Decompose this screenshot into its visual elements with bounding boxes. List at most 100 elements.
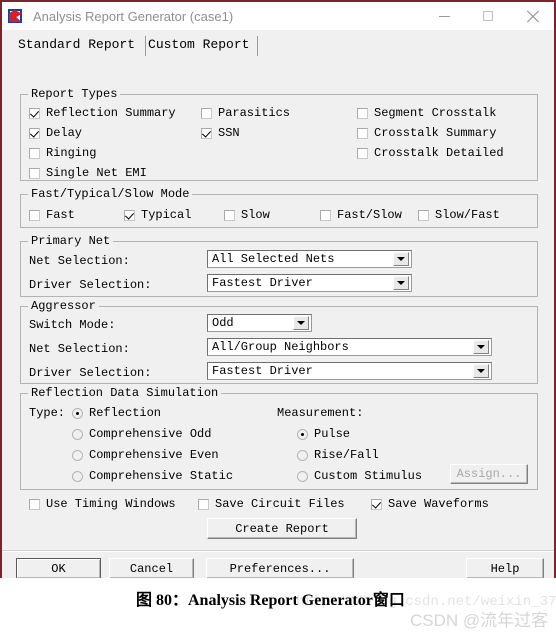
- aggressor-net-selection-combo[interactable]: All/Group Neighbors: [207, 338, 492, 356]
- checkbox-use-timing-windows[interactable]: Use Timing Windows: [29, 497, 176, 511]
- chevron-down-icon[interactable]: [393, 276, 409, 290]
- checkbox-box-icon: [29, 209, 40, 221]
- tab-strip: Standard Report Custom Report: [2, 30, 554, 56]
- checkbox-save-waveforms[interactable]: Save Waveforms: [371, 497, 489, 511]
- checkbox-box-icon: [371, 498, 382, 510]
- checkbox-box-icon: [201, 107, 212, 119]
- checkbox-single-net-emi[interactable]: Single Net EMI: [29, 166, 147, 180]
- close-button[interactable]: [510, 2, 554, 30]
- checkbox-save-circuit-files[interactable]: Save Circuit Files: [198, 497, 345, 511]
- checkbox-reflection-summary[interactable]: Reflection Summary: [29, 106, 176, 120]
- title-bar: Analysis Report Generator (case1): [2, 2, 554, 30]
- tab-standard-report[interactable]: Standard Report: [16, 36, 147, 56]
- checkbox-box-icon: [357, 107, 368, 119]
- measurement-label: Measurement:: [277, 406, 364, 420]
- checkbox-box-icon: [29, 147, 40, 159]
- radio-custom-stimulus[interactable]: Custom Stimulus: [297, 469, 422, 483]
- checkbox-label: Ringing: [46, 146, 97, 160]
- ok-button[interactable]: OK: [16, 558, 101, 579]
- chevron-down-icon[interactable]: [293, 316, 309, 330]
- close-icon: [526, 10, 539, 23]
- chevron-down-icon[interactable]: [473, 364, 489, 378]
- radio-pulse[interactable]: Pulse: [297, 427, 350, 441]
- checkbox-label: Slow/Fast: [435, 208, 500, 222]
- checkbox-typical[interactable]: Typical: [124, 208, 191, 222]
- aggressor-switch-mode-label: Switch Mode:: [29, 318, 116, 332]
- checkbox-box-icon: [29, 167, 40, 179]
- checkbox-fast-slow[interactable]: Fast/Slow: [320, 208, 402, 222]
- checkbox-crosstalk-summary[interactable]: Crosstalk Summary: [357, 126, 496, 140]
- group-mode-legend: Fast/Typical/Slow Mode: [28, 187, 193, 201]
- checkbox-box-icon: [224, 209, 235, 221]
- checkbox-label: SSN: [218, 126, 240, 140]
- radio-circle-icon: [297, 470, 308, 482]
- watermark-author: CSDN @流年过客: [410, 611, 549, 630]
- checkbox-box-icon: [357, 127, 368, 139]
- primary-net-selection-label: Net Selection:: [29, 254, 130, 268]
- radio-label: Custom Stimulus: [314, 469, 423, 483]
- dialog-window: Analysis Report Generator (case1) Standa…: [0, 0, 556, 579]
- checkbox-label: Crosstalk Summary: [374, 126, 497, 140]
- tab-custom-report[interactable]: Custom Report: [146, 36, 259, 56]
- radio-label: Comprehensive Odd: [89, 427, 212, 441]
- window-title: Analysis Report Generator (case1): [33, 8, 234, 24]
- checkbox-ssn[interactable]: SSN: [201, 126, 240, 140]
- primary-net-selection-combo[interactable]: All Selected Nets: [207, 250, 412, 268]
- radio-circle-icon: [72, 449, 83, 461]
- checkbox-ringing[interactable]: Ringing: [29, 146, 96, 160]
- checkbox-segment-crosstalk[interactable]: Segment Crosstalk: [357, 106, 496, 120]
- radio-circle-icon: [72, 428, 83, 440]
- checkbox-label: Typical: [141, 208, 192, 222]
- type-label: Type:: [29, 406, 66, 420]
- radio-reflection[interactable]: Reflection: [72, 406, 161, 420]
- checkbox-box-icon: [357, 147, 368, 159]
- assign-button[interactable]: Assign...: [450, 464, 528, 484]
- checkbox-label: Use Timing Windows: [46, 497, 176, 511]
- create-report-button[interactable]: Create Report: [207, 518, 357, 539]
- radio-comprehensive-even[interactable]: Comprehensive Even: [72, 448, 219, 462]
- primary-driver-selection-label: Driver Selection:: [29, 278, 152, 292]
- dialog-client-area: Report Types Reflection Summary Delay Ri…: [2, 56, 554, 579]
- checkbox-box-icon: [418, 209, 429, 221]
- checkbox-box-icon: [201, 127, 212, 139]
- checkbox-parasitics[interactable]: Parasitics: [201, 106, 290, 120]
- checkbox-label: Parasitics: [218, 106, 291, 120]
- maximize-button[interactable]: [466, 2, 510, 30]
- aggressor-switch-mode-combo[interactable]: Odd: [207, 314, 312, 332]
- chevron-down-icon[interactable]: [473, 340, 489, 354]
- checkbox-label: Single Net EMI: [46, 166, 147, 180]
- checkbox-delay[interactable]: Delay: [29, 126, 82, 140]
- checkbox-label: Crosstalk Detailed: [374, 146, 504, 160]
- aggressor-switch-mode-value: Odd: [212, 316, 234, 330]
- radio-label: Comprehensive Static: [89, 469, 234, 483]
- checkbox-slow-fast[interactable]: Slow/Fast: [418, 208, 500, 222]
- aggressor-driver-selection-combo[interactable]: Fastest Driver: [207, 362, 492, 380]
- minimize-button[interactable]: [422, 2, 466, 30]
- group-primary-net-legend: Primary Net: [28, 234, 114, 248]
- group-report-types-legend: Report Types: [28, 87, 121, 101]
- radio-rise-fall[interactable]: Rise/Fall: [297, 448, 379, 462]
- checkbox-crosstalk-detailed[interactable]: Crosstalk Detailed: [357, 146, 504, 160]
- radio-label: Comprehensive Even: [89, 448, 219, 462]
- radio-label: Rise/Fall: [314, 448, 379, 462]
- checkbox-label: Fast/Slow: [337, 208, 402, 222]
- checkbox-box-icon: [198, 498, 209, 510]
- checkbox-label: Segment Crosstalk: [374, 106, 497, 120]
- preferences-button[interactable]: Preferences...: [206, 558, 354, 579]
- help-button[interactable]: Help: [466, 558, 544, 579]
- checkbox-box-icon: [29, 127, 40, 139]
- primary-driver-selection-combo[interactable]: Fastest Driver: [207, 274, 412, 292]
- checkbox-label: Reflection Summary: [46, 106, 176, 120]
- radio-circle-icon: [72, 470, 83, 482]
- radio-comprehensive-odd[interactable]: Comprehensive Odd: [72, 427, 211, 441]
- checkbox-fast[interactable]: Fast: [29, 208, 75, 222]
- footer-divider: [2, 550, 554, 552]
- figure-caption-text: 图 80：Analysis Report Generator窗口: [136, 592, 405, 609]
- radio-comprehensive-static[interactable]: Comprehensive Static: [72, 469, 233, 483]
- minimize-icon: [438, 15, 450, 17]
- checkbox-slow[interactable]: Slow: [224, 208, 270, 222]
- checkbox-label: Fast: [46, 208, 75, 222]
- cancel-button[interactable]: Cancel: [109, 558, 194, 579]
- chevron-down-icon[interactable]: [393, 252, 409, 266]
- checkbox-box-icon: [320, 209, 331, 221]
